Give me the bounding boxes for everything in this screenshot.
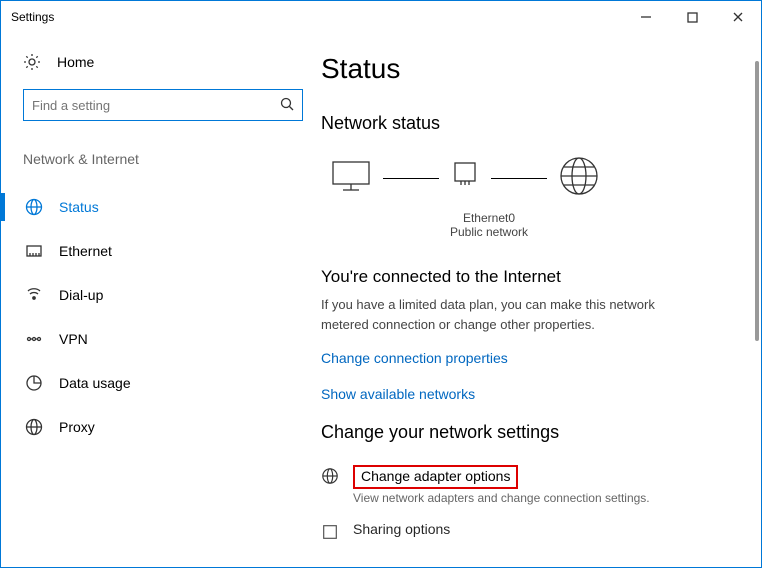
adapter-options-icon — [321, 467, 339, 485]
adapter-profile: Public network — [329, 225, 649, 239]
option-change-adapter[interactable]: Change adapter options View network adap… — [321, 465, 741, 505]
maximize-button[interactable] — [669, 1, 715, 33]
minimize-button[interactable] — [623, 1, 669, 33]
search-icon — [280, 97, 294, 114]
scrollbar[interactable] — [755, 61, 759, 341]
window-title: Settings — [11, 10, 54, 24]
network-status-heading: Network status — [321, 113, 741, 134]
sidebar-item-proxy[interactable]: Proxy — [23, 405, 321, 449]
proxy-icon — [25, 418, 43, 436]
close-button[interactable] — [715, 1, 761, 33]
option-sharing[interactable]: Sharing options — [321, 521, 741, 541]
sidebar: Home Network & Internet Status Ethernet … — [1, 33, 321, 567]
sidebar-item-datausage[interactable]: Data usage — [23, 361, 321, 405]
ethernet-icon — [25, 242, 43, 260]
home-label: Home — [57, 54, 94, 70]
highlight-change-adapter: Change adapter options — [353, 465, 518, 489]
link-show-available-networks[interactable]: Show available networks — [321, 386, 741, 402]
main-panel: Status Network status Ethernet0 Public n… — [321, 33, 761, 567]
sidebar-item-label: VPN — [59, 331, 88, 347]
sidebar-item-ethernet[interactable]: Ethernet — [23, 229, 321, 273]
connected-heading: You're connected to the Internet — [321, 267, 741, 287]
sharing-icon — [321, 523, 339, 541]
option-desc: View network adapters and change connect… — [353, 491, 650, 505]
sidebar-item-vpn[interactable]: VPN — [23, 317, 321, 361]
page-title: Status — [321, 53, 741, 85]
vpn-icon — [25, 330, 43, 348]
diagram-line — [491, 178, 547, 179]
sidebar-item-status[interactable]: Status — [23, 185, 321, 229]
sidebar-item-label: Proxy — [59, 419, 95, 435]
gear-icon — [23, 53, 41, 71]
network-diagram — [329, 154, 741, 203]
computer-icon — [329, 158, 373, 199]
adapter-name: Ethernet0 — [329, 211, 649, 225]
dialup-icon — [25, 286, 43, 304]
link-change-connection-properties[interactable]: Change connection properties — [321, 350, 741, 366]
option-title: Sharing options — [353, 521, 450, 537]
home-button[interactable]: Home — [23, 53, 321, 71]
adapter-icon — [449, 161, 481, 196]
datausage-icon — [25, 374, 43, 392]
globe-large-icon — [557, 154, 601, 203]
sidebar-item-label: Data usage — [59, 375, 131, 391]
sidebar-item-dialup[interactable]: Dial-up — [23, 273, 321, 317]
search-input[interactable] — [32, 98, 280, 113]
group-label: Network & Internet — [23, 151, 321, 167]
change-settings-heading: Change your network settings — [321, 422, 741, 443]
connected-desc: If you have a limited data plan, you can… — [321, 295, 701, 334]
window-controls — [623, 1, 761, 33]
globe-icon — [25, 198, 43, 216]
diagram-line — [383, 178, 439, 179]
option-title: Change adapter options — [361, 468, 510, 484]
sidebar-item-label: Dial-up — [59, 287, 103, 303]
sidebar-item-label: Ethernet — [59, 243, 112, 259]
sidebar-item-label: Status — [59, 199, 99, 215]
search-box[interactable] — [23, 89, 303, 121]
